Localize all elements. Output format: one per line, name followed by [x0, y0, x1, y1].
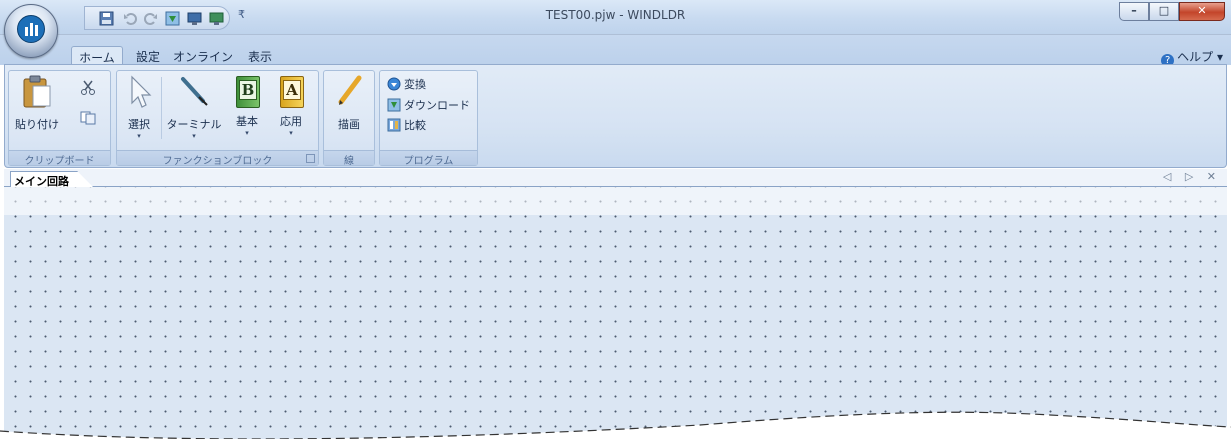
- basic-label: 基本: [236, 115, 258, 128]
- group-program: 変換 ダウンロード 比較 プログラム: [379, 70, 478, 167]
- convert-button[interactable]: 変換: [387, 76, 426, 92]
- tab-home[interactable]: ホーム: [71, 46, 123, 65]
- terminal-label: ターミナル: [166, 118, 222, 131]
- advanced-button[interactable]: A 応用 ▾: [273, 75, 309, 137]
- group-clipboard: 貼り付け クリップボード: [8, 70, 111, 167]
- window-title: TEST00.pjw - WINDLDR: [545, 8, 686, 22]
- close-icon: ✕: [1197, 4, 1207, 17]
- window-controls: – □ ✕: [1119, 2, 1225, 22]
- compare-button[interactable]: 比較: [387, 117, 426, 133]
- maximize-icon: □: [1158, 4, 1170, 17]
- tab-view[interactable]: 表示: [240, 46, 280, 65]
- chevron-down-icon: ▾: [289, 129, 293, 137]
- group-label-function-block: ファンクションブロック: [117, 150, 318, 167]
- tab-online[interactable]: オンライン: [172, 46, 234, 65]
- paste-icon: [23, 75, 51, 108]
- application-menu-button[interactable]: [4, 4, 58, 58]
- app-window: ₹ TEST00.pjw - WINDLDR – □ ✕ ホーム 設定 オンライ…: [0, 0, 1231, 439]
- minimize-button[interactable]: –: [1119, 2, 1149, 21]
- terminal-pen-icon: [181, 77, 208, 106]
- minimize-icon: –: [1131, 4, 1137, 17]
- advanced-label: 応用: [280, 115, 302, 128]
- cursor-icon: [131, 75, 152, 108]
- download-icon: [387, 98, 401, 112]
- tab-main-circuit[interactable]: メイン回路: [10, 171, 94, 188]
- chevron-down-icon: ▾: [192, 132, 196, 140]
- basic-book-icon: B: [234, 75, 260, 109]
- torn-edge-decoration: [0, 411, 1231, 439]
- select-button[interactable]: 選択 ▾: [122, 75, 156, 140]
- draw-button[interactable]: 描画: [331, 75, 367, 132]
- pencil-icon: [338, 75, 362, 105]
- terminal-button[interactable]: ターミナル ▾: [165, 75, 223, 140]
- close-button[interactable]: ✕: [1179, 2, 1225, 21]
- document-tab-controls[interactable]: ◁ ▷ ✕: [1163, 170, 1221, 183]
- convert-label: 変換: [404, 78, 426, 91]
- chevron-down-icon: ▾: [1216, 50, 1223, 64]
- copy-icon[interactable]: [80, 111, 96, 125]
- convert-icon: [387, 77, 401, 91]
- ribbon-panel: 貼り付け クリップボード 選択 ▾ ターミナル ▾ B 基本 ▾ A 応用 ▾ …: [4, 64, 1227, 168]
- draw-label: 描画: [338, 118, 360, 131]
- tab-settings[interactable]: 設定: [130, 46, 166, 65]
- compare-label: 比較: [404, 119, 426, 132]
- group-function-block: 選択 ▾ ターミナル ▾ B 基本 ▾ A 応用 ▾ ファンクションブロック: [116, 70, 319, 167]
- chevron-down-icon: ▾: [137, 132, 141, 140]
- paste-label: 貼り付け: [15, 118, 59, 131]
- group-line: 描画 線: [323, 70, 375, 167]
- maximize-button[interactable]: □: [1149, 2, 1179, 21]
- title-bar: ₹ TEST00.pjw - WINDLDR – □ ✕: [0, 0, 1231, 35]
- download-label: ダウンロード: [404, 99, 470, 112]
- group-label-line: 線: [324, 150, 374, 167]
- dialog-launcher-icon[interactable]: [306, 154, 315, 163]
- document-tab-strip: メイン回路 ◁ ▷ ✕: [4, 169, 1227, 188]
- group-label-program: プログラム: [380, 150, 477, 167]
- basic-button[interactable]: B 基本 ▾: [229, 75, 265, 137]
- app-logo-icon: [17, 15, 45, 43]
- select-label: 選択: [128, 118, 150, 131]
- help-label: ヘルプ: [1177, 50, 1214, 64]
- compare-icon: [387, 118, 401, 132]
- paste-button[interactable]: 貼り付け: [12, 75, 62, 132]
- download-button[interactable]: ダウンロード: [387, 97, 470, 113]
- chevron-down-icon: ▾: [245, 129, 249, 137]
- cut-icon[interactable]: [81, 79, 95, 95]
- ribbon-tab-row: ホーム 設定 オンライン 表示 ? ヘルプ ▾: [0, 35, 1231, 67]
- group-label-clipboard: クリップボード: [9, 150, 110, 167]
- advanced-book-icon: A: [278, 75, 304, 109]
